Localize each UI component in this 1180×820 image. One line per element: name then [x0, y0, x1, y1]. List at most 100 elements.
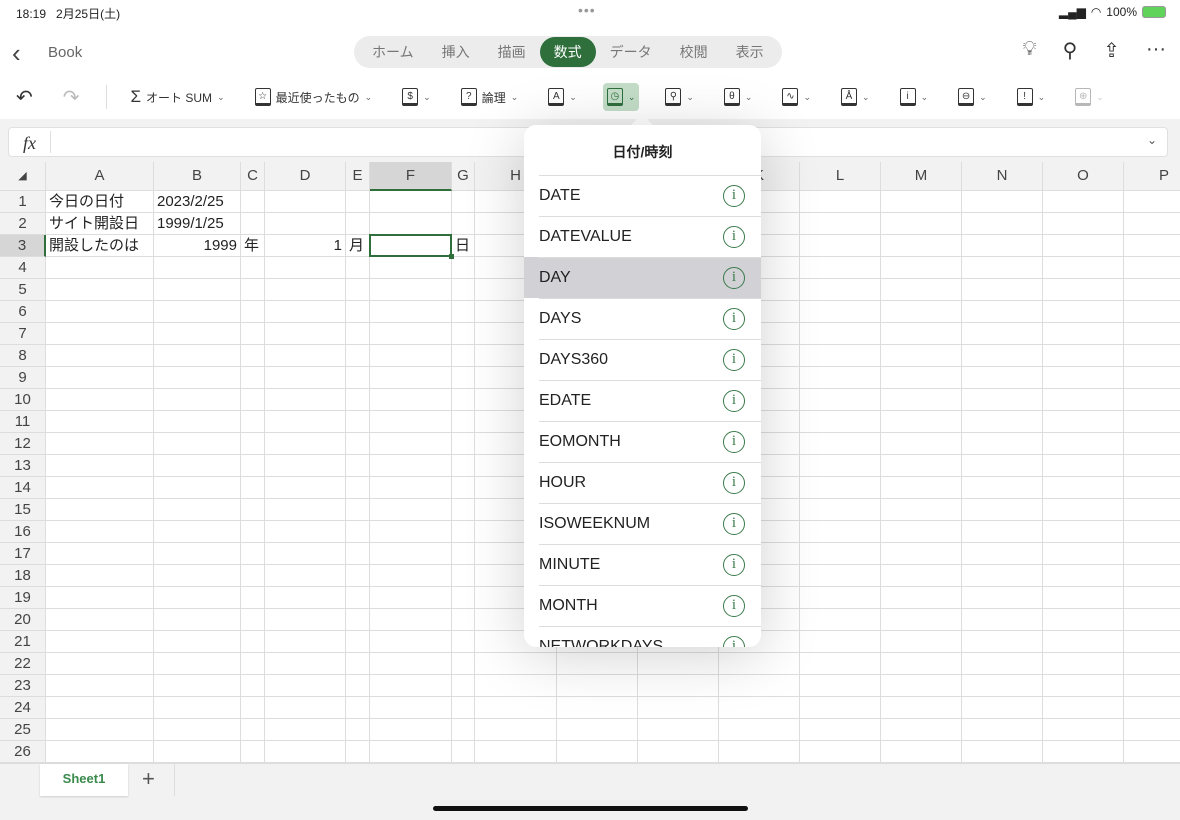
cell[interactable]: [557, 697, 638, 719]
row-header[interactable]: 26: [0, 741, 46, 763]
cell[interactable]: 年: [241, 235, 265, 257]
cell[interactable]: [800, 433, 881, 455]
cell[interactable]: 1: [265, 235, 346, 257]
cell[interactable]: [370, 345, 452, 367]
cell[interactable]: 1999/1/25: [154, 213, 241, 235]
cell[interactable]: [265, 653, 346, 675]
cell[interactable]: [370, 521, 452, 543]
cell[interactable]: [452, 301, 475, 323]
cell[interactable]: [265, 301, 346, 323]
cell[interactable]: [241, 587, 265, 609]
cell[interactable]: [475, 675, 557, 697]
cell[interactable]: [1043, 477, 1124, 499]
cell[interactable]: [46, 543, 154, 565]
cell[interactable]: [452, 477, 475, 499]
cell[interactable]: [265, 499, 346, 521]
cell[interactable]: [719, 697, 800, 719]
cell[interactable]: [800, 587, 881, 609]
cell[interactable]: [962, 433, 1043, 455]
cell[interactable]: [881, 301, 962, 323]
cell[interactable]: [265, 609, 346, 631]
cell[interactable]: [719, 653, 800, 675]
cell[interactable]: [46, 301, 154, 323]
cell[interactable]: [346, 301, 370, 323]
column-header[interactable]: B: [154, 162, 241, 191]
web-button[interactable]: ⊕ ⌄: [1071, 83, 1108, 111]
cell[interactable]: [1124, 411, 1180, 433]
cell[interactable]: [800, 235, 881, 257]
cell[interactable]: [881, 675, 962, 697]
cell[interactable]: [1124, 697, 1180, 719]
database-button[interactable]: ⊖ ⌄: [954, 83, 991, 111]
cell[interactable]: [452, 653, 475, 675]
cell[interactable]: [881, 741, 962, 763]
cell[interactable]: [881, 499, 962, 521]
cell[interactable]: [346, 499, 370, 521]
cell[interactable]: [1124, 587, 1180, 609]
statistical-button[interactable]: ∿ ⌄: [778, 83, 815, 111]
cell[interactable]: [800, 477, 881, 499]
tab-2[interactable]: 描画: [484, 37, 540, 67]
info-icon[interactable]: i: [723, 430, 745, 453]
cell[interactable]: [46, 741, 154, 763]
cell[interactable]: [962, 675, 1043, 697]
cell[interactable]: [154, 367, 241, 389]
cell[interactable]: [452, 675, 475, 697]
info-icon[interactable]: i: [723, 389, 745, 412]
column-header[interactable]: C: [241, 162, 265, 191]
cell[interactable]: [241, 191, 265, 213]
cell[interactable]: [1124, 521, 1180, 543]
cell[interactable]: 2023/2/25: [154, 191, 241, 213]
row-header[interactable]: 12: [0, 433, 46, 455]
cell[interactable]: [1043, 411, 1124, 433]
math-button[interactable]: θ ⌄: [720, 83, 757, 111]
cell[interactable]: [1043, 499, 1124, 521]
cell[interactable]: [881, 455, 962, 477]
cell[interactable]: [452, 631, 475, 653]
cell[interactable]: [452, 565, 475, 587]
cell[interactable]: [154, 499, 241, 521]
row-header[interactable]: 17: [0, 543, 46, 565]
cell[interactable]: [265, 257, 346, 279]
cell[interactable]: [346, 367, 370, 389]
cell[interactable]: [346, 565, 370, 587]
more-icon[interactable]: ···: [1146, 38, 1166, 63]
row-header[interactable]: 15: [0, 499, 46, 521]
cell[interactable]: [154, 609, 241, 631]
cell[interactable]: [1043, 587, 1124, 609]
cell[interactable]: [154, 521, 241, 543]
cell[interactable]: [800, 389, 881, 411]
cell[interactable]: [800, 455, 881, 477]
cell[interactable]: [241, 411, 265, 433]
function-item[interactable]: EOMONTH i: [524, 421, 761, 462]
cell[interactable]: [962, 323, 1043, 345]
row-header[interactable]: 13: [0, 455, 46, 477]
function-list[interactable]: DATE i DATEVALUE i DAY i DAYS i DAYS360 i EDATE i EO…: [524, 175, 761, 647]
cell[interactable]: [241, 675, 265, 697]
cell[interactable]: [46, 521, 154, 543]
cell[interactable]: [962, 257, 1043, 279]
cell[interactable]: [241, 367, 265, 389]
cell[interactable]: [881, 257, 962, 279]
cell[interactable]: 月: [346, 235, 370, 257]
cell[interactable]: [46, 279, 154, 301]
cell[interactable]: [962, 521, 1043, 543]
compatibility-button[interactable]: ! ⌄: [1013, 83, 1050, 111]
cell[interactable]: [346, 257, 370, 279]
cell[interactable]: [452, 323, 475, 345]
cell[interactable]: [370, 279, 452, 301]
cell[interactable]: [452, 191, 475, 213]
cell[interactable]: [800, 565, 881, 587]
cell[interactable]: [1124, 719, 1180, 741]
cell[interactable]: [962, 543, 1043, 565]
row-header[interactable]: 3: [0, 235, 46, 257]
cell[interactable]: [370, 499, 452, 521]
cell[interactable]: [346, 323, 370, 345]
row-header[interactable]: 24: [0, 697, 46, 719]
cell[interactable]: [1124, 455, 1180, 477]
cell[interactable]: [370, 323, 452, 345]
function-item[interactable]: HOUR i: [524, 462, 761, 503]
cell[interactable]: [962, 235, 1043, 257]
cell[interactable]: [265, 521, 346, 543]
function-item[interactable]: MINUTE i: [524, 544, 761, 585]
